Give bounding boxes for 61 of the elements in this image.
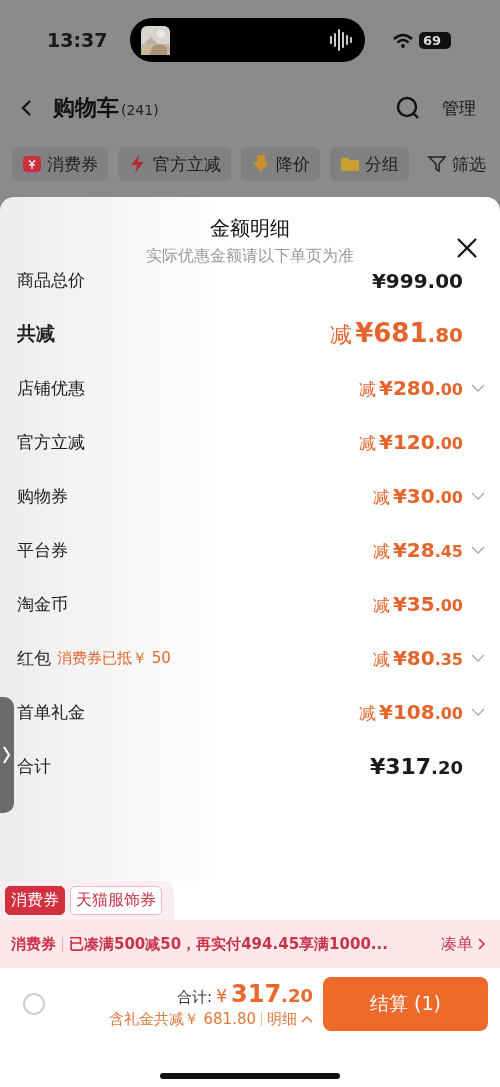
caret-up-icon bbox=[301, 1014, 313, 1024]
row-label: 商品总价 bbox=[17, 269, 85, 292]
row-amount: 减¥120.00 bbox=[359, 429, 463, 455]
chevron-right-icon bbox=[478, 938, 486, 950]
banner-text: 已凑满500减50，再实付494.45享满1000... bbox=[69, 934, 388, 954]
row-label: 合计 bbox=[17, 754, 51, 778]
chevron-down-icon[interactable] bbox=[471, 707, 485, 717]
row-label: 店铺优惠 bbox=[17, 376, 85, 400]
banner-tag: 消费券 bbox=[11, 934, 56, 954]
chevron-down-icon[interactable] bbox=[471, 653, 485, 663]
coupon-icon bbox=[22, 154, 42, 174]
row-note: 消费券已抵￥ 50 bbox=[57, 648, 171, 668]
row-amount: 减¥80.35 bbox=[372, 645, 463, 671]
chevron-down-icon[interactable] bbox=[471, 545, 485, 555]
chevron-down-icon[interactable] bbox=[471, 383, 485, 393]
row-label: 共减 bbox=[17, 321, 55, 346]
row-amount: 减¥30.00 bbox=[372, 483, 463, 509]
checkout-button[interactable]: 结算 (1) bbox=[323, 977, 488, 1031]
manage-button[interactable]: 管理 bbox=[442, 96, 476, 120]
row-amount: 减¥280.00 bbox=[359, 375, 463, 401]
row-label: 官方立减 bbox=[17, 430, 85, 454]
chevron-down-icon[interactable] bbox=[471, 491, 485, 501]
coupon-tab[interactable]: 消费券 bbox=[5, 886, 65, 915]
filter-icon bbox=[427, 154, 447, 174]
item-count: (241) bbox=[121, 102, 159, 118]
saving-text: 含礼金共减￥ 681.80 bbox=[108, 1009, 256, 1029]
filter-chip[interactable]: 筛选 bbox=[425, 147, 488, 181]
row-label: 淘金币 bbox=[17, 592, 68, 616]
row-label: 首单礼金 bbox=[17, 700, 85, 724]
row-amount: 减¥108.00 bbox=[359, 699, 463, 725]
filter-chip[interactable]: 降价 bbox=[241, 147, 320, 181]
search-icon[interactable] bbox=[396, 96, 420, 120]
total-price: ¥ 317.20 bbox=[216, 979, 313, 1008]
back-icon[interactable] bbox=[20, 99, 33, 117]
filter-chip[interactable]: 官方立减 bbox=[118, 147, 231, 181]
detail-toggle[interactable]: 明细 bbox=[267, 1009, 313, 1029]
select-all-checkbox[interactable] bbox=[23, 993, 45, 1015]
status-time: 13:37 bbox=[47, 29, 109, 51]
row-amount: 减¥35.00 bbox=[372, 591, 463, 617]
side-handle[interactable] bbox=[0, 697, 14, 813]
row-amount: 减¥28.45 bbox=[372, 537, 463, 563]
row-amount: 减¥681.80 bbox=[330, 318, 463, 350]
add-items-link[interactable]: 凑单 bbox=[441, 933, 486, 955]
page-title: 购物车 bbox=[53, 94, 119, 122]
row-label: 购物券 bbox=[17, 484, 68, 508]
row-label: 平台券 bbox=[17, 538, 68, 562]
coupon-tab[interactable]: 天猫服饰券 bbox=[70, 886, 162, 915]
row-label: 红包 bbox=[17, 646, 51, 670]
chevron-right-icon bbox=[3, 746, 11, 764]
row-amount: ¥999.00 bbox=[371, 269, 463, 293]
filter-chip[interactable]: 分组 bbox=[330, 147, 409, 181]
total-label: 合计: bbox=[177, 987, 213, 1007]
close-icon[interactable] bbox=[456, 237, 478, 259]
waveform-icon bbox=[329, 27, 353, 53]
wifi-icon bbox=[393, 32, 413, 48]
down-arrow-icon bbox=[251, 154, 271, 174]
sheet-subtitle: 实际优惠金额请以下单页为准 bbox=[146, 246, 354, 267]
row-amount: ¥317.20 bbox=[369, 753, 463, 779]
sheet-title: 金额明细 bbox=[210, 215, 290, 242]
filter-chip[interactable]: 消费券 bbox=[12, 147, 108, 181]
battery-level: 69 bbox=[419, 31, 451, 49]
